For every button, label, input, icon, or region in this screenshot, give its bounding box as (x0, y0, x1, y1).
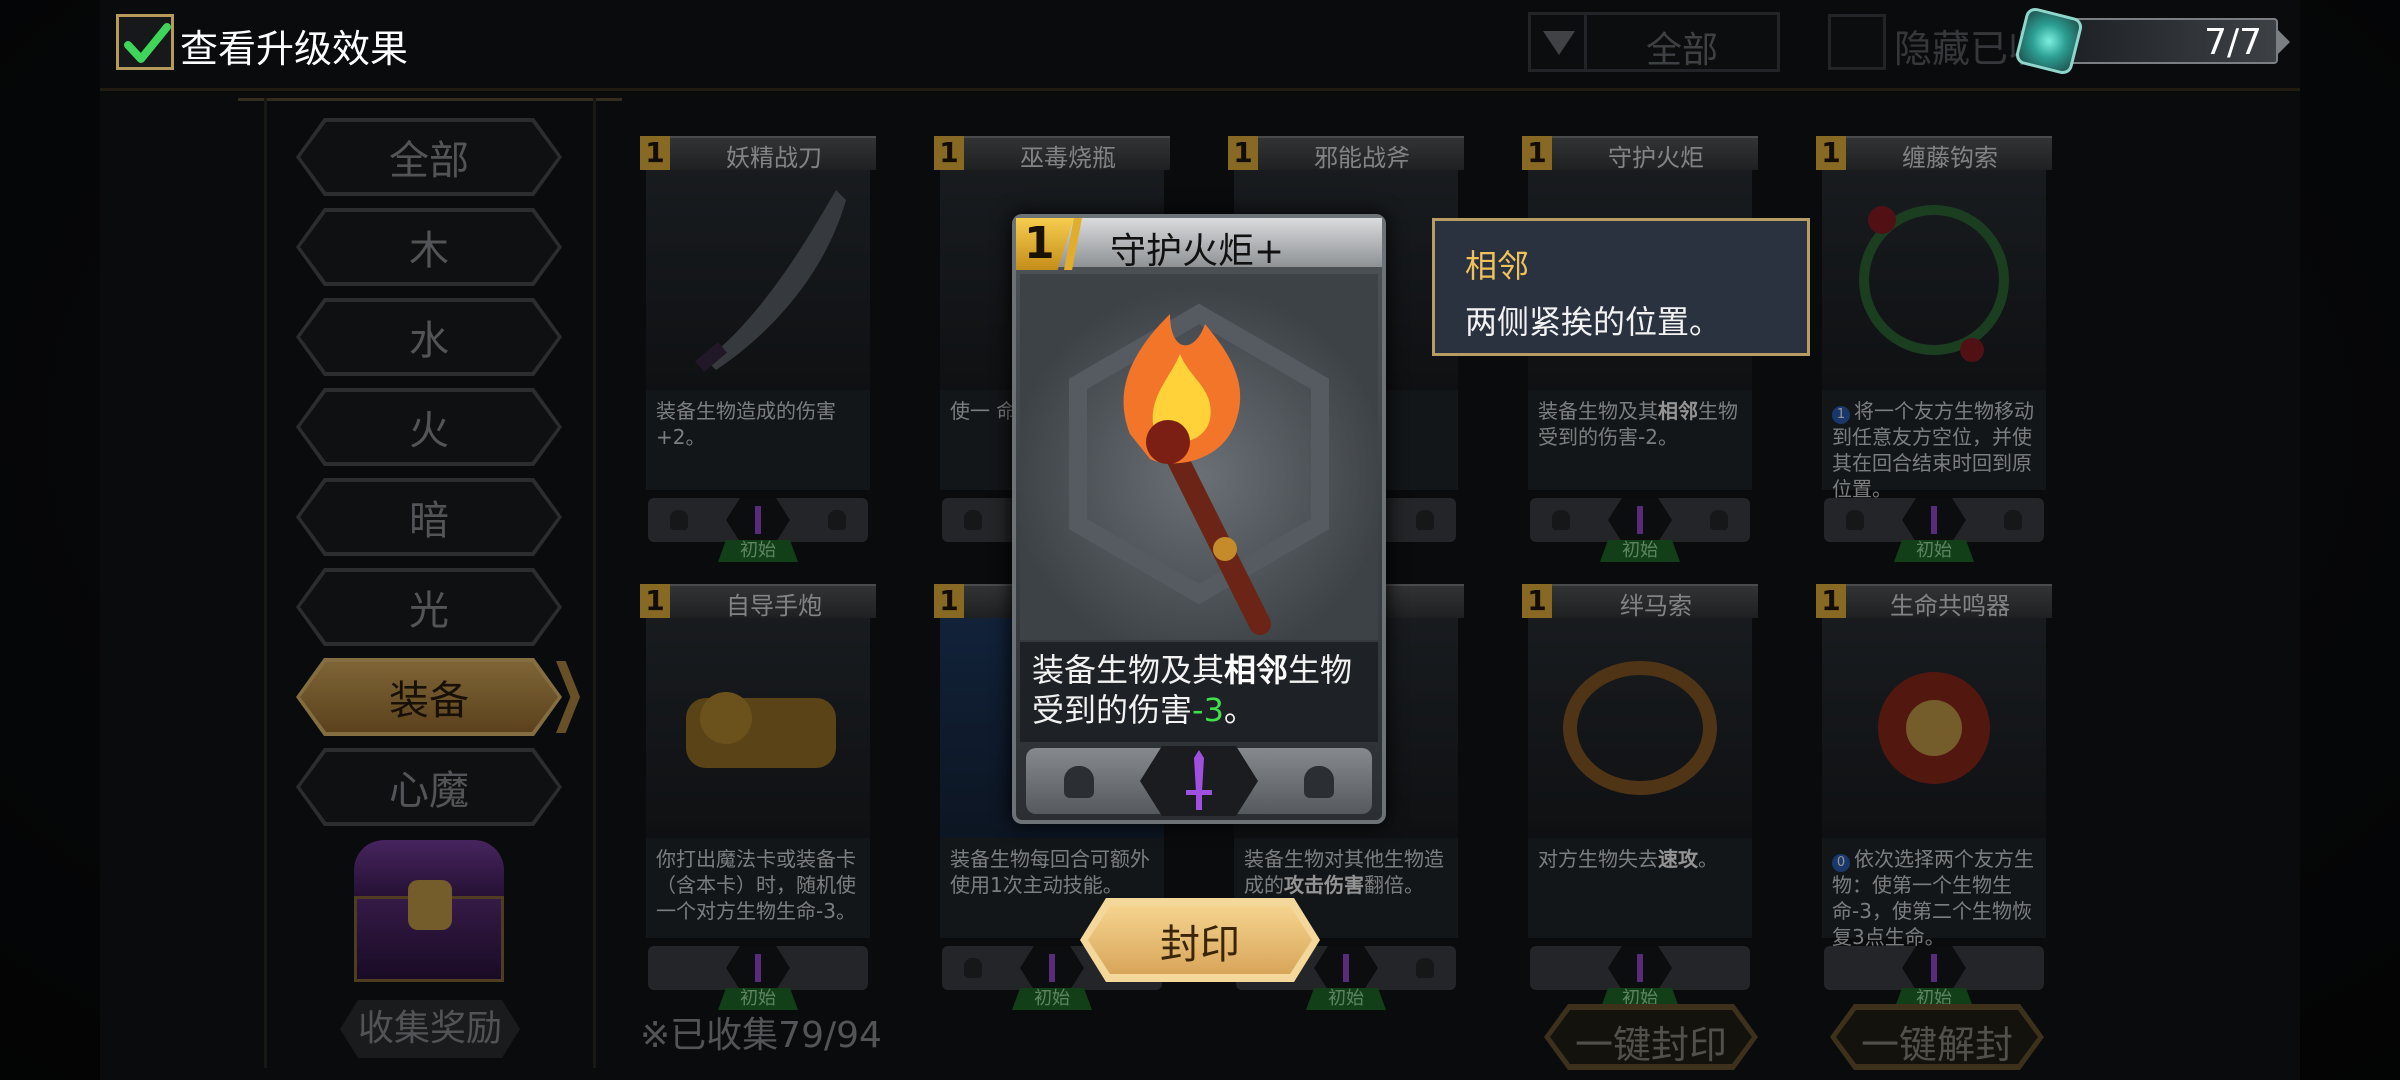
desc-keyword: 相邻 (1224, 651, 1289, 689)
popup-cost: 1 (1024, 218, 1055, 269)
popup-card-art (1020, 274, 1378, 640)
card-detail-popup: 1 守护火炬+ 装备生物及其相邻生物受到的伤害-3。 (1012, 214, 1386, 824)
popup-slots (1026, 746, 1372, 816)
helmet-icon (1304, 766, 1334, 798)
counter-value: 7/7 (2204, 22, 2262, 63)
upgrade-effect-checkbox[interactable] (116, 14, 174, 70)
dagger-slot (1140, 746, 1258, 816)
checkmark-icon (124, 23, 171, 63)
tooltip-text: 两侧紧挨的位置。 (1465, 303, 1722, 341)
game-screen: 查看升级效果 全部 隐藏已收 7/7 全部 木 水 火 暗 光 装备 心魔 收集… (0, 0, 2400, 1080)
keyword-tooltip: 相邻 两侧紧挨的位置。 (1432, 218, 1810, 356)
desc-text: 。 (1223, 691, 1256, 729)
helmet-icon (1064, 766, 1094, 798)
upgrade-effect-label: 查看升级效果 (180, 27, 409, 71)
button-label: 封印 (1160, 922, 1240, 968)
popup-card-name: 守护火炬+ (1110, 231, 1285, 272)
dagger-icon (1186, 750, 1212, 810)
tooltip-title: 相邻 (1465, 247, 1530, 285)
seal-button[interactable]: 封印 (1080, 898, 1320, 982)
popup-description: 装备生物及其相邻生物受到的伤害-3。 (1020, 642, 1378, 742)
desc-text: 装备生物及其 (1032, 651, 1225, 689)
torch-icon (1069, 303, 1329, 635)
desc-value: -3 (1192, 691, 1224, 729)
